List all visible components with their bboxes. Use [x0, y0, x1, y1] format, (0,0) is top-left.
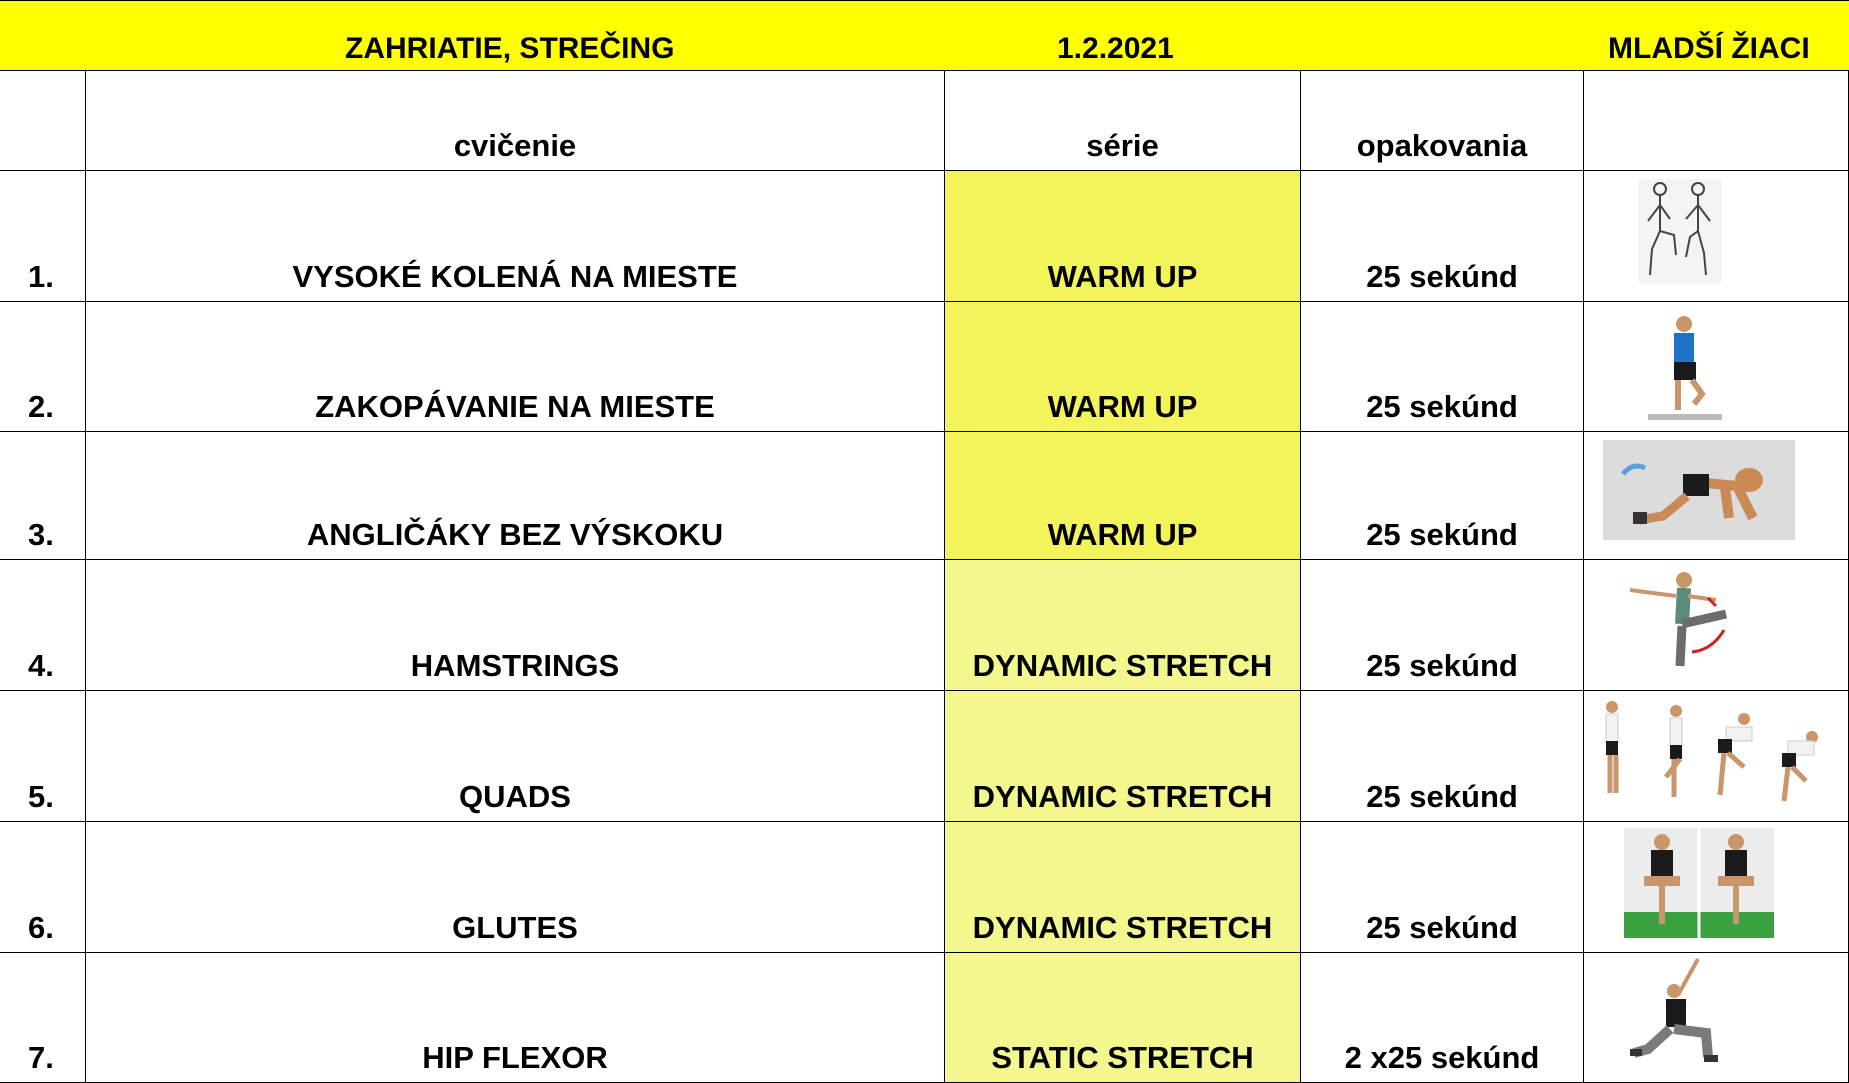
- reps-value: 25 sekúnd: [1301, 560, 1584, 691]
- row-number: 6.: [0, 822, 86, 953]
- sheet-date: 1.2.2021: [1057, 32, 1174, 65]
- burpee-illustration: [1603, 440, 1795, 540]
- exercise-image-cell: [1584, 953, 1849, 1083]
- exercise-image-cell: [1584, 691, 1849, 822]
- series-type: WARM UP: [945, 302, 1301, 432]
- row-number: 7.: [0, 953, 86, 1083]
- high-knees-illustration: [1638, 179, 1722, 283]
- spreadsheet: ZAHRIATIE, STREČING 1.2.2021 MLADŠÍ ŽIAC…: [0, 0, 1849, 1083]
- reps-value: 25 sekúnd: [1301, 691, 1584, 822]
- exercise-name: VYSOKÉ KOLENÁ NA MIESTE: [86, 171, 945, 302]
- series-type: STATIC STRETCH: [945, 953, 1301, 1083]
- column-exercise: cvičenie: [453, 128, 577, 163]
- row-number: 5.: [0, 691, 86, 822]
- series-type: DYNAMIC STRETCH: [945, 560, 1301, 691]
- reps-value: 25 sekúnd: [1301, 822, 1584, 953]
- row-number: 3.: [0, 432, 86, 560]
- row-number: 2.: [0, 302, 86, 432]
- reps-value: 2 x25 sekúnd: [1301, 953, 1584, 1083]
- header-bar: ZAHRIATIE, STREČING 1.2.2021 MLADŠÍ ŽIAC…: [0, 0, 1849, 71]
- exercise-name: HAMSTRINGS: [86, 560, 945, 691]
- hip-flexor-lunge-photo: [1628, 957, 1738, 1067]
- reps-value: 25 sekúnd: [1301, 171, 1584, 302]
- glute-stretch-photo: [1624, 828, 1774, 938]
- group-label: MLADŠÍ ŽIACI: [1608, 32, 1810, 65]
- series-type: WARM UP: [945, 171, 1301, 302]
- butt-kicks-photo: [1640, 314, 1730, 424]
- header-series-cell: série: [945, 71, 1301, 171]
- exercise-image-cell: [1584, 171, 1849, 302]
- series-type: WARM UP: [945, 432, 1301, 560]
- reps-value: 25 sekúnd: [1301, 432, 1584, 560]
- exercise-image-cell: [1584, 302, 1849, 432]
- row-number: 4.: [0, 560, 86, 691]
- header-num-cell: [0, 71, 86, 171]
- header-image-cell: [1584, 71, 1849, 171]
- exercise-name: ANGLIČÁKY BEZ VÝSKOKU: [86, 432, 945, 560]
- series-type: DYNAMIC STRETCH: [945, 691, 1301, 822]
- exercise-image-cell: [1584, 432, 1849, 560]
- exercise-name: GLUTES: [86, 822, 945, 953]
- leg-swing-photo: [1626, 566, 1736, 676]
- exercise-name: QUADS: [86, 691, 945, 822]
- exercise-name: ZAKOPÁVANIE NA MIESTE: [86, 302, 945, 432]
- reps-value: 25 sekúnd: [1301, 302, 1584, 432]
- exercise-name: HIP FLEXOR: [86, 953, 945, 1083]
- sheet-title: ZAHRIATIE, STREČING: [345, 32, 675, 65]
- exercise-image-cell: [1584, 560, 1849, 691]
- column-series: série: [1086, 128, 1159, 163]
- header-exercise-cell: cvičenie: [86, 71, 945, 171]
- exercise-image-cell: [1584, 822, 1849, 953]
- row-number: 1.: [0, 171, 86, 302]
- quad-stretch-sequence: [1594, 697, 1834, 809]
- header-reps-cell: opakovania: [1301, 71, 1584, 171]
- series-type: DYNAMIC STRETCH: [945, 822, 1301, 953]
- column-reps: opakovania: [1356, 128, 1528, 163]
